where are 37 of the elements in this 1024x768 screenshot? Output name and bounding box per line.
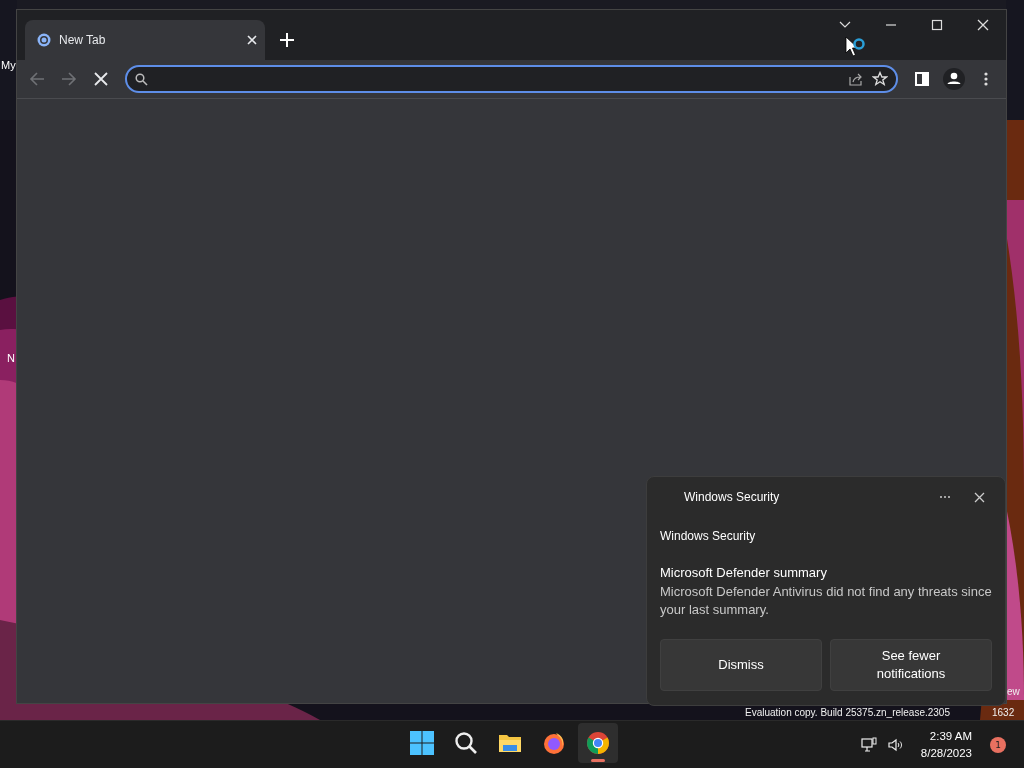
stop-icon[interactable] <box>94 72 108 86</box>
search-icon <box>454 731 478 755</box>
close-icon[interactable] <box>977 19 989 31</box>
taskbar-app-button[interactable] <box>578 723 618 763</box>
notification-message: Microsoft Defender Antivirus did not find any threats since your last summary. <box>660 583 992 619</box>
chrome-icon <box>586 731 610 755</box>
clock-time: 2:39 AM <box>929 728 972 744</box>
chrome-logo-icon <box>37 33 51 47</box>
tab-title: New Tab <box>59 33 107 47</box>
network-icon[interactable] <box>860 736 877 753</box>
close-icon[interactable] <box>973 491 985 503</box>
notification-source: Windows Security <box>660 529 757 543</box>
notification-button[interactable]: Dismiss <box>660 639 822 691</box>
notification-badge: 1 <box>990 736 1006 753</box>
start-icon <box>410 731 434 755</box>
maximize-icon[interactable] <box>931 19 943 31</box>
app-name: Windows Security <box>683 490 781 504</box>
address-bar[interactable] <box>125 65 898 93</box>
star-icon[interactable] <box>872 71 888 87</box>
close-icon[interactable] <box>247 35 257 45</box>
notification-button[interactable]: See fewer notifications <box>830 639 992 691</box>
speaker-icon[interactable] <box>886 736 903 753</box>
browser-tab[interactable]: New Tab <box>25 20 265 60</box>
share-icon[interactable] <box>848 71 864 87</box>
plus-icon[interactable] <box>280 33 294 47</box>
watermark-text: Evaluation copy. Build 25375.zn_release.2305 <box>745 707 950 719</box>
clock[interactable]: 2:39 AM 8/28/2023 <box>920 727 972 762</box>
side-panel-icon[interactable] <box>915 72 929 86</box>
forward-arrow-icon[interactable] <box>61 71 77 87</box>
clock-date: 8/28/2023 <box>920 745 972 761</box>
profile-icon[interactable] <box>943 68 965 90</box>
firefox-icon <box>542 731 566 755</box>
notification-title: Microsoft Defender summary <box>660 565 828 580</box>
more-icon[interactable] <box>939 495 951 499</box>
search-icon <box>135 72 148 86</box>
menu-icon[interactable] <box>984 72 988 86</box>
back-arrow-icon[interactable] <box>29 71 45 87</box>
